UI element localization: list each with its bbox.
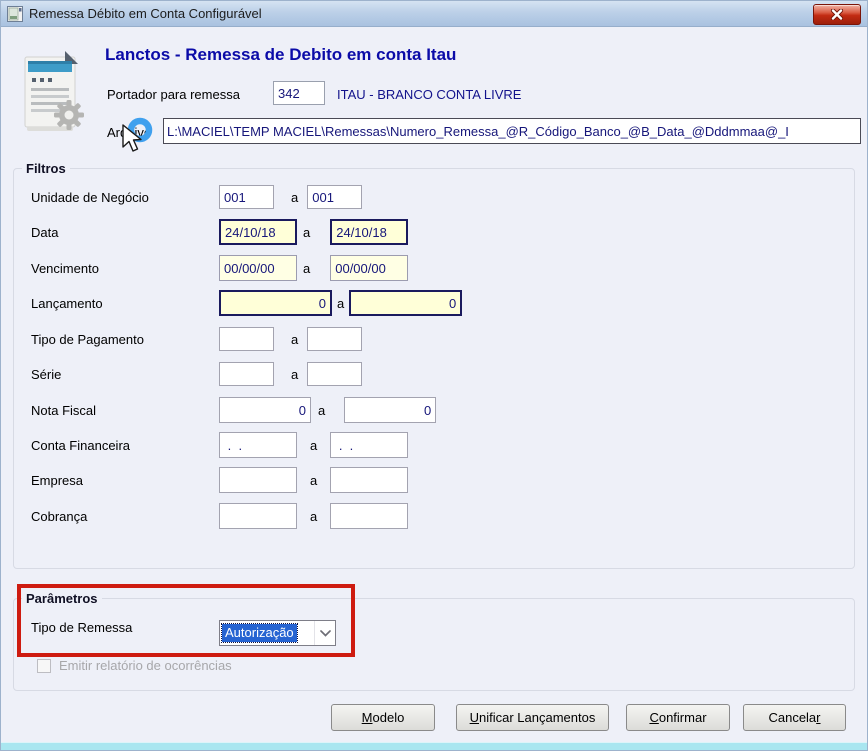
nota-fiscal-to-input[interactable] (344, 397, 437, 423)
range-separator: a (291, 189, 299, 205)
range-separator: a (310, 472, 318, 488)
lancamento-to-input[interactable] (349, 290, 463, 316)
filter-label: Série (31, 366, 62, 382)
filter-row-conta-financeira: Conta Financeira a (31, 431, 409, 459)
tipo-remessa-select[interactable]: Autorização (219, 620, 336, 646)
filter-label: Conta Financeira (31, 437, 130, 453)
range-separator: a (291, 331, 299, 347)
filter-row-lancamento: Lançamento a (31, 289, 463, 317)
button-text: nificar Lançamentos (479, 710, 596, 725)
chevron-down-icon[interactable] (314, 621, 335, 645)
data-to-input[interactable] (330, 219, 409, 245)
filter-label: Unidade de Negócio (31, 189, 149, 205)
parametros-title: Parâmetros (26, 591, 98, 606)
dialog-window: Remessa Débito em Conta Configurável Lan… (0, 0, 868, 751)
empresa-from-input[interactable] (219, 467, 297, 493)
filter-label: Tipo de Pagamento (31, 331, 144, 347)
filter-row-serie: Série a (31, 360, 363, 388)
tipo-remessa-row: Tipo de Remessa (31, 620, 219, 635)
filter-row-data: Data a (31, 218, 409, 246)
range-separator: a (310, 508, 318, 524)
filter-row-empresa: Empresa a (31, 466, 409, 494)
emitir-relatorio-label: Emitir relatório de ocorrências (59, 658, 232, 673)
button-mnemonic: r (816, 710, 821, 725)
nota-fiscal-from-input[interactable] (219, 397, 311, 423)
close-icon (830, 9, 844, 20)
unidade-from-input[interactable] (219, 185, 274, 209)
filter-row-tipo-pagamento: Tipo de Pagamento a (31, 325, 363, 353)
modelo-button[interactable]: Modelo (331, 704, 435, 731)
filter-label: Empresa (31, 472, 84, 488)
vencimento-from-input[interactable] (219, 255, 297, 281)
cobranca-from-input[interactable] (219, 503, 297, 529)
empresa-to-input[interactable] (330, 467, 409, 493)
tipo-pagamento-from-input[interactable] (219, 327, 274, 351)
filter-label: Nota Fiscal (31, 402, 97, 418)
arquivo-label: Arquivo (107, 125, 152, 140)
filter-label: Cobrança (31, 508, 88, 524)
cobranca-to-input[interactable] (330, 503, 409, 529)
parametros-groupbox: Parâmetros (13, 591, 855, 691)
vencimento-to-input[interactable] (330, 255, 409, 281)
title-bar: Remessa Débito em Conta Configurável (1, 1, 867, 27)
button-mnemonic: M (361, 710, 373, 725)
range-separator: a (303, 224, 311, 240)
tipo-remessa-label: Tipo de Remessa (31, 620, 133, 635)
filter-label: Data (31, 224, 59, 240)
range-separator: a (310, 437, 318, 453)
portador-description: ITAU - BRANCO CONTA LIVRE (337, 87, 522, 102)
unificar-lancamentos-button[interactable]: Unificar Lançamentos (456, 704, 609, 731)
data-from-input[interactable] (219, 219, 297, 245)
document-gear-icon (15, 49, 89, 144)
button-mnemonic: U (469, 710, 480, 725)
serie-from-input[interactable] (219, 362, 274, 386)
button-text: odelo (372, 710, 405, 725)
range-separator: a (337, 295, 345, 311)
filter-label: Lançamento (31, 295, 103, 311)
close-button[interactable] (813, 4, 861, 25)
range-separator: a (291, 366, 299, 382)
cancelar-button[interactable]: Cancela r (743, 704, 846, 731)
portador-input[interactable] (273, 81, 325, 105)
window-title: Remessa Débito em Conta Configurável (29, 6, 262, 21)
emitir-relatorio-checkbox[interactable] (37, 659, 51, 673)
tipo-remessa-selected-value: Autorização (221, 623, 298, 643)
tipo-pagamento-to-input[interactable] (307, 327, 363, 351)
filter-row-cobranca: Cobrança a (31, 502, 409, 530)
filter-row-vencimento: Vencimento a (31, 254, 409, 282)
conta-financeira-to-input[interactable] (330, 432, 409, 458)
range-separator: a (303, 260, 311, 276)
portador-label: Portador para remessa (107, 87, 240, 102)
range-separator: a (318, 402, 326, 418)
button-mnemonic: C (649, 710, 659, 725)
filter-row-nota-fiscal: Nota Fiscal a (31, 396, 437, 424)
conta-financeira-from-input[interactable] (219, 432, 297, 458)
lancamento-from-input[interactable] (219, 290, 332, 316)
filtros-title: Filtros (26, 161, 66, 176)
window-bottom-border (1, 742, 867, 750)
filter-label: Vencimento (31, 260, 99, 276)
arquivo-path-input[interactable] (163, 118, 861, 144)
filter-row-unidade: Unidade de Negócio a (31, 183, 363, 211)
unidade-to-input[interactable] (307, 185, 363, 209)
confirmar-button[interactable]: Confirmar (626, 704, 730, 731)
button-text: onfirmar (658, 710, 707, 725)
window-icon (7, 5, 23, 22)
button-text: Cancela (768, 710, 817, 725)
page-title: Lanctos - Remessa de Debito em conta Ita… (105, 45, 457, 64)
serie-to-input[interactable] (307, 362, 363, 386)
